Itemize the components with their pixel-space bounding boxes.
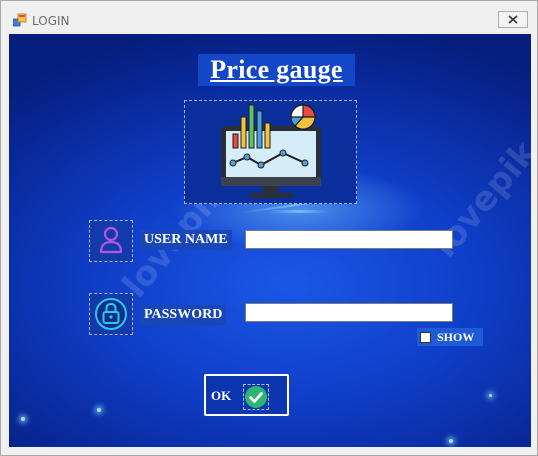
logo-picturebox (184, 100, 357, 204)
heading-container: Price gauge (198, 54, 355, 86)
dashboard-analytics-icon (221, 104, 321, 198)
user-icon (99, 226, 123, 254)
user-icon-box (89, 220, 133, 262)
close-button[interactable] (498, 11, 528, 28)
show-password-checkbox[interactable]: SHOW (417, 328, 483, 346)
password-label: PASSWORD (140, 305, 227, 325)
close-icon (508, 15, 518, 24)
check-circle-icon (245, 386, 267, 408)
glow-dot (449, 439, 453, 443)
app-icon (13, 13, 27, 27)
ok-button-label: OK (211, 388, 232, 403)
title-bar: LOGIN (1, 1, 537, 34)
username-input[interactable] (245, 230, 453, 249)
lock-icon-box (89, 293, 133, 335)
checkbox-square[interactable] (420, 331, 431, 343)
ok-button[interactable]: OK (204, 374, 289, 416)
username-label: USER NAME (140, 230, 232, 250)
lock-icon (95, 298, 127, 330)
light-streak (269, 210, 329, 213)
password-input[interactable] (245, 303, 453, 322)
ok-icon-box (243, 384, 269, 410)
glow-dot (97, 408, 101, 412)
login-window: LOGIN lovepik.com lovepik.com Price gaug… (0, 0, 538, 456)
glow-dot (21, 417, 25, 421)
page-title: Price gauge (210, 55, 343, 84)
show-password-label: SHOW (437, 329, 475, 344)
glow-dot (489, 394, 492, 397)
window-title: LOGIN (32, 14, 70, 28)
login-panel: lovepik.com lovepik.com Price gauge (9, 34, 531, 447)
